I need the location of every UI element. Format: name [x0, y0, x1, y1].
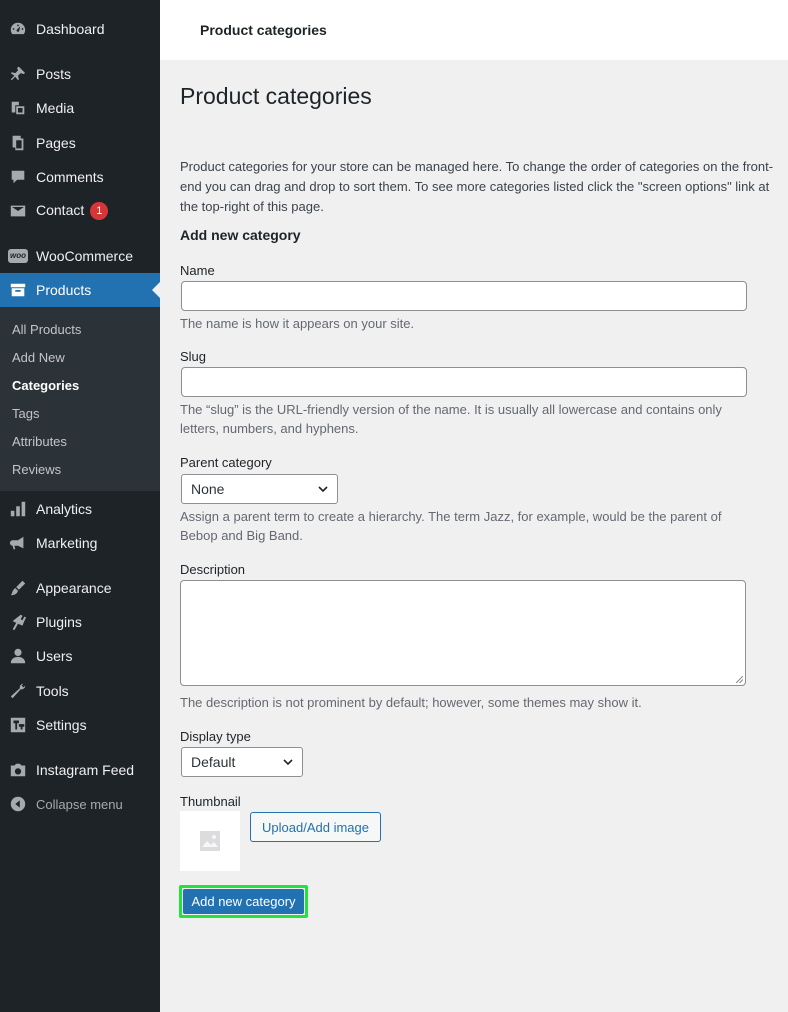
parent-help-text: Assign a parent term to create a hierarc…: [180, 509, 722, 543]
name-input[interactable]: [181, 281, 747, 311]
menu-item-pages[interactable]: Pages: [0, 126, 160, 160]
thumbnail-placeholder: [180, 811, 240, 871]
description-help-text: The description is not prominent by defa…: [180, 695, 642, 710]
page-title: Product categories: [180, 83, 372, 109]
menu-item-products[interactable]: Products: [0, 273, 160, 307]
name-help-text: The name is how it appears on your site.: [180, 316, 415, 331]
description-label: Description: [180, 562, 246, 577]
add-category-heading: Add new category: [180, 227, 301, 243]
menu-item-marketing[interactable]: Marketing: [0, 526, 160, 560]
menu-item-settings[interactable]: Settings: [0, 708, 160, 742]
submenu-item-all-products[interactable]: All Products: [12, 322, 81, 337]
parent-category-label: Parent category: [180, 455, 272, 470]
top-header-bar: Product categories: [160, 0, 788, 60]
menu-label: Contact 1: [36, 201, 109, 221]
bar-chart-icon: [8, 499, 28, 519]
collapse-menu-button[interactable]: Collapse menu: [0, 787, 160, 821]
slug-input[interactable]: [181, 367, 747, 397]
display-type-value: Default: [191, 754, 236, 770]
chevron-down-icon: [318, 486, 328, 493]
thumbnail-label: Thumbnail: [180, 794, 241, 809]
add-new-category-button[interactable]: Add new category: [183, 889, 304, 914]
submenu-item-add-new[interactable]: Add New: [12, 350, 65, 365]
menu-item-appearance[interactable]: Appearance: [0, 571, 160, 605]
notification-badge: 1: [90, 202, 109, 221]
brush-icon: [8, 578, 28, 598]
settings-icon: [8, 715, 28, 735]
menu-item-instagram-feed[interactable]: Instagram Feed: [0, 753, 160, 787]
menu-label: Tools: [36, 683, 69, 699]
menu-label: Settings: [36, 717, 87, 733]
menu-item-plugins[interactable]: Plugins: [0, 605, 160, 639]
media-icon: [8, 98, 28, 118]
menu-label: Analytics: [36, 501, 93, 517]
archive-icon: [8, 280, 28, 300]
intro-text: Product categories for your store can be…: [180, 159, 774, 214]
admin-sidebar: Dashboard Posts Media Pages Comments Con…: [0, 0, 160, 1012]
submenu-item-tags[interactable]: Tags: [12, 406, 39, 421]
chevron-down-icon: [283, 759, 293, 766]
menu-item-tools[interactable]: Tools: [0, 674, 160, 708]
display-type-select[interactable]: Default: [181, 747, 303, 777]
main-content: Product categories Product categories fo…: [160, 60, 788, 1012]
slug-help-text: The “slug” is the URL-friendly version o…: [180, 402, 722, 436]
parent-category-select[interactable]: None: [181, 474, 338, 504]
wrench-icon: [8, 681, 28, 701]
menu-item-posts[interactable]: Posts: [0, 57, 160, 91]
contact-label: Contact: [36, 201, 85, 218]
menu-item-dashboard[interactable]: Dashboard: [0, 12, 160, 46]
menu-label: Appearance: [36, 580, 112, 596]
menu-label: Media: [36, 100, 75, 116]
menu-item-analytics[interactable]: Analytics: [0, 492, 160, 526]
submit-highlight: Add new category: [179, 885, 308, 918]
name-label: Name: [180, 263, 215, 278]
plug-icon: [8, 612, 28, 632]
submenu-item-attributes[interactable]: Attributes: [12, 434, 67, 449]
menu-label: Products: [36, 282, 92, 298]
megaphone-icon: [8, 533, 28, 553]
menu-item-comments[interactable]: Comments: [0, 160, 160, 194]
user-icon: [8, 646, 28, 666]
woo-icon-text: woo: [8, 249, 28, 263]
image-placeholder-icon: [200, 831, 220, 851]
pages-icon: [8, 133, 28, 153]
menu-label: Collapse menu: [36, 796, 123, 812]
menu-item-contact[interactable]: Contact 1: [0, 194, 160, 228]
menu-label: Dashboard: [36, 21, 105, 37]
menu-label: Pages: [36, 135, 76, 151]
menu-label: Marketing: [36, 535, 98, 551]
menu-item-media[interactable]: Media: [0, 91, 160, 125]
header-breadcrumb: Product categories: [200, 22, 327, 38]
camera-icon: [8, 760, 28, 780]
parent-category-value: None: [191, 481, 225, 497]
submenu-item-reviews[interactable]: Reviews: [12, 462, 61, 477]
pin-icon: [8, 64, 28, 84]
menu-item-users[interactable]: Users: [0, 639, 160, 673]
submenu-item-categories[interactable]: Categories: [12, 378, 79, 393]
menu-label: WooCommerce: [36, 248, 133, 264]
description-textarea[interactable]: [180, 580, 746, 686]
envelope-icon: [8, 201, 28, 221]
woo-icon: woo: [8, 246, 28, 266]
products-submenu: All Products Add New Categories Tags Att…: [0, 307, 160, 491]
collapse-icon: [8, 794, 28, 814]
upload-image-button[interactable]: Upload/Add image: [250, 812, 381, 842]
menu-label: Users: [36, 648, 73, 664]
menu-item-woocommerce[interactable]: woo WooCommerce: [0, 239, 160, 273]
menu-label: Instagram Feed: [36, 762, 135, 778]
menu-label: Posts: [36, 66, 72, 82]
comment-icon: [8, 167, 28, 187]
menu-label: Comments: [36, 169, 104, 185]
display-type-label: Display type: [180, 729, 251, 744]
dashboard-icon: [8, 19, 28, 39]
slug-label: Slug: [180, 349, 207, 364]
menu-label: Plugins: [36, 614, 82, 630]
